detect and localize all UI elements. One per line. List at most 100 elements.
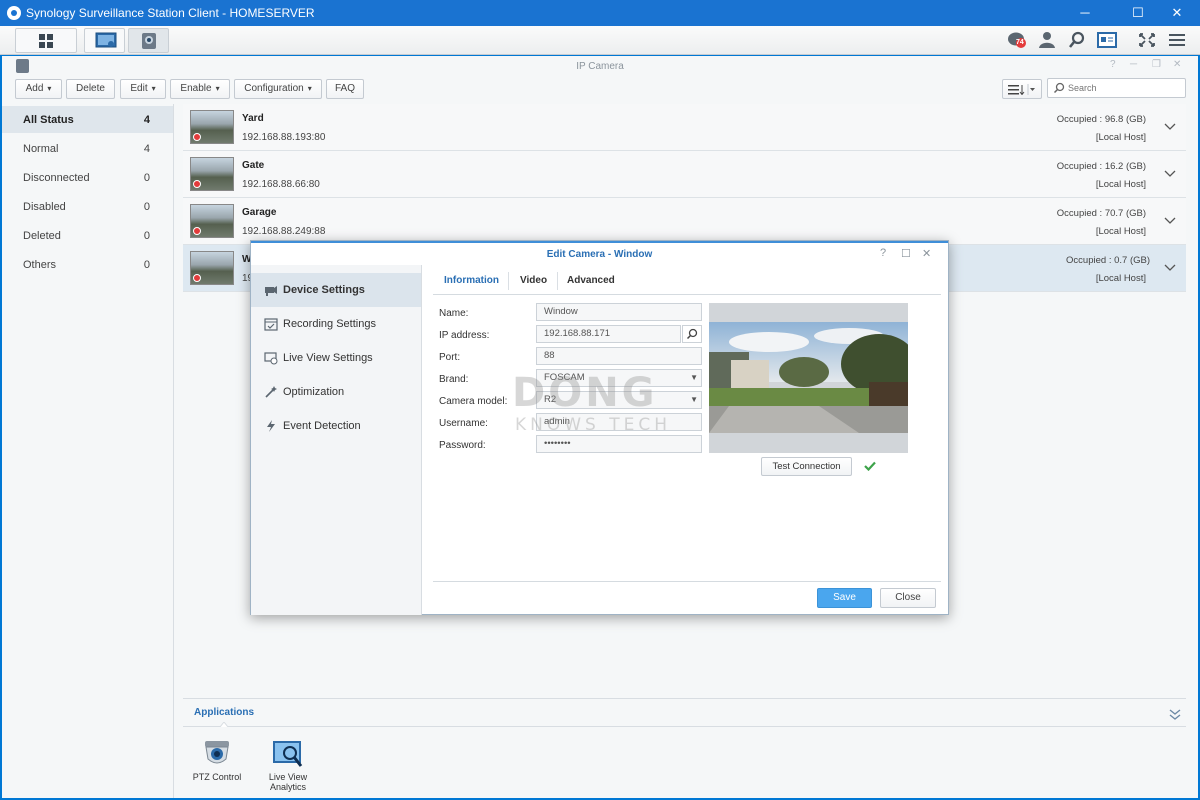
camera-storage: Occupied : 16.2 (GB)	[1056, 161, 1146, 172]
username-field[interactable]: admin	[536, 413, 702, 431]
dialog-close-button[interactable]: ✕	[922, 247, 931, 260]
user-icon[interactable]	[1037, 31, 1057, 49]
filter-disabled[interactable]: Disabled 0	[2, 193, 173, 220]
applications-tab[interactable]: Applications	[194, 707, 254, 718]
monitor-center-button[interactable]	[84, 28, 125, 53]
enable-button[interactable]: Enable	[170, 79, 230, 99]
port-label: Port:	[439, 352, 461, 363]
app-label: Analytics	[269, 782, 306, 792]
chevron-down-icon[interactable]	[1164, 215, 1176, 225]
id-card-icon[interactable]	[1097, 31, 1117, 49]
ip-camera-button[interactable]	[128, 28, 169, 53]
nav-recording-settings[interactable]: Recording Settings	[251, 307, 421, 341]
test-connection-button[interactable]: Test Connection	[761, 457, 852, 476]
filter-others[interactable]: Others 0	[2, 251, 173, 278]
tab-separator	[557, 272, 558, 290]
search-field[interactable]	[1047, 78, 1186, 98]
faq-button[interactable]: FAQ	[326, 79, 364, 99]
live-view-icon	[264, 352, 278, 365]
brand-select[interactable]: FOSCAM ▼	[536, 369, 702, 387]
configuration-button[interactable]: Configuration	[234, 79, 322, 99]
restore-button[interactable]: ❐	[1152, 59, 1161, 70]
dropdown-arrow-icon: ▼	[690, 395, 698, 404]
nav-label: Device Settings	[283, 284, 365, 296]
save-button[interactable]: Save	[817, 588, 872, 608]
main-menu-button[interactable]	[15, 28, 77, 53]
password-field[interactable]: ••••••••	[536, 435, 702, 453]
minimize-button[interactable]: ─	[1062, 0, 1108, 26]
ip-search-button[interactable]	[682, 325, 702, 343]
dialog-help-button[interactable]: ?	[880, 247, 886, 259]
filter-label: Disabled	[23, 201, 66, 213]
window-title: IP Camera	[576, 61, 624, 72]
nav-label: Optimization	[283, 386, 345, 398]
sort-button[interactable]	[1002, 79, 1042, 99]
edit-button[interactable]: Edit	[120, 79, 166, 99]
camera-thumbnail	[190, 204, 234, 238]
camera-ip: 192.168.88.193:80	[242, 132, 326, 143]
filter-count: 4	[143, 114, 150, 126]
calendar-icon	[264, 318, 278, 331]
name-label: Name:	[439, 308, 469, 319]
ip-address-label: IP address:	[439, 330, 490, 341]
camera-ip: 192.168.88.66:80	[242, 179, 320, 190]
camera-row[interactable]: Yard 192.168.88.193:80 Occupied : 96.8 (…	[183, 104, 1186, 151]
minimize-button[interactable]: ─	[1130, 59, 1137, 70]
ip-address-field[interactable]: 192.168.88.171	[536, 325, 681, 343]
search-icon[interactable]	[1067, 31, 1087, 49]
filter-count: 0	[143, 201, 150, 213]
tab-video[interactable]: Video	[520, 275, 547, 286]
camera-host: [Local Host]	[1095, 273, 1146, 284]
dialog-footer-divider	[433, 581, 941, 582]
add-button[interactable]: Add	[15, 79, 62, 99]
camera-row[interactable]: Garage 192.168.88.249:88 Occupied : 70.7…	[183, 198, 1186, 245]
chevron-down-icon[interactable]	[1164, 262, 1176, 272]
checkmark-icon	[864, 461, 876, 471]
delete-button[interactable]: Delete	[66, 79, 115, 99]
filter-deleted[interactable]: Deleted 0	[2, 222, 173, 249]
tab-advanced[interactable]: Advanced	[567, 275, 615, 286]
app-label: Live View	[268, 772, 308, 782]
fullscreen-icon[interactable]	[1137, 31, 1157, 49]
name-field[interactable]: Window	[536, 303, 702, 321]
surveillance-station-icon	[7, 6, 21, 20]
nav-event-detection[interactable]: Event Detection	[251, 409, 421, 443]
tab-information[interactable]: Information	[444, 275, 499, 286]
filter-label: Disconnected	[23, 172, 90, 184]
divider	[183, 726, 1186, 727]
filter-disconnected[interactable]: Disconnected 0	[2, 164, 173, 191]
menu-icon[interactable]	[1167, 31, 1187, 49]
window-title: Synology Surveillance Station Client - H…	[26, 6, 315, 20]
dialog-maximize-button[interactable]: ☐	[901, 247, 911, 260]
collapse-icon[interactable]	[1168, 707, 1182, 721]
lightning-icon	[267, 420, 275, 432]
close-button[interactable]: ✕	[1173, 59, 1181, 70]
dropdown-arrow-icon: ▼	[690, 373, 698, 382]
port-field[interactable]: 88	[536, 347, 702, 365]
app-ptz-control[interactable]: PTZ Control	[187, 739, 247, 782]
filter-count: 0	[143, 172, 150, 184]
nav-live-view-settings[interactable]: Live View Settings	[251, 341, 421, 375]
nav-optimization[interactable]: Optimization	[251, 375, 421, 409]
close-button[interactable]: Close	[880, 588, 936, 608]
tab-pointer-icon	[220, 722, 228, 727]
app-live-view-analytics[interactable]: Live View Analytics	[258, 739, 318, 792]
camera-ip: 192.168.88.249:88	[242, 226, 326, 237]
search-input[interactable]	[1068, 81, 1180, 95]
username-label: Username:	[439, 418, 488, 429]
chevron-down-icon[interactable]	[1164, 168, 1176, 178]
dialog-title: Edit Camera - Window	[546, 249, 653, 260]
dialog-accent-bar	[251, 241, 948, 243]
help-button[interactable]: ?	[1110, 59, 1116, 70]
filter-label: Deleted	[23, 230, 61, 242]
camera-model-select[interactable]: R2 ▼	[536, 391, 702, 409]
close-window-button[interactable]: ✕	[1154, 0, 1200, 26]
filter-all-status[interactable]: All Status 4	[2, 106, 173, 133]
camera-icon	[265, 286, 277, 296]
chevron-down-icon[interactable]	[1164, 121, 1176, 131]
filter-normal[interactable]: Normal 4	[2, 135, 173, 162]
camera-model-value: R2	[544, 394, 557, 405]
ptz-camera-icon	[205, 741, 229, 764]
nav-device-settings[interactable]: Device Settings	[251, 273, 421, 307]
camera-row[interactable]: Gate 192.168.88.66:80 Occupied : 16.2 (G…	[183, 151, 1186, 198]
